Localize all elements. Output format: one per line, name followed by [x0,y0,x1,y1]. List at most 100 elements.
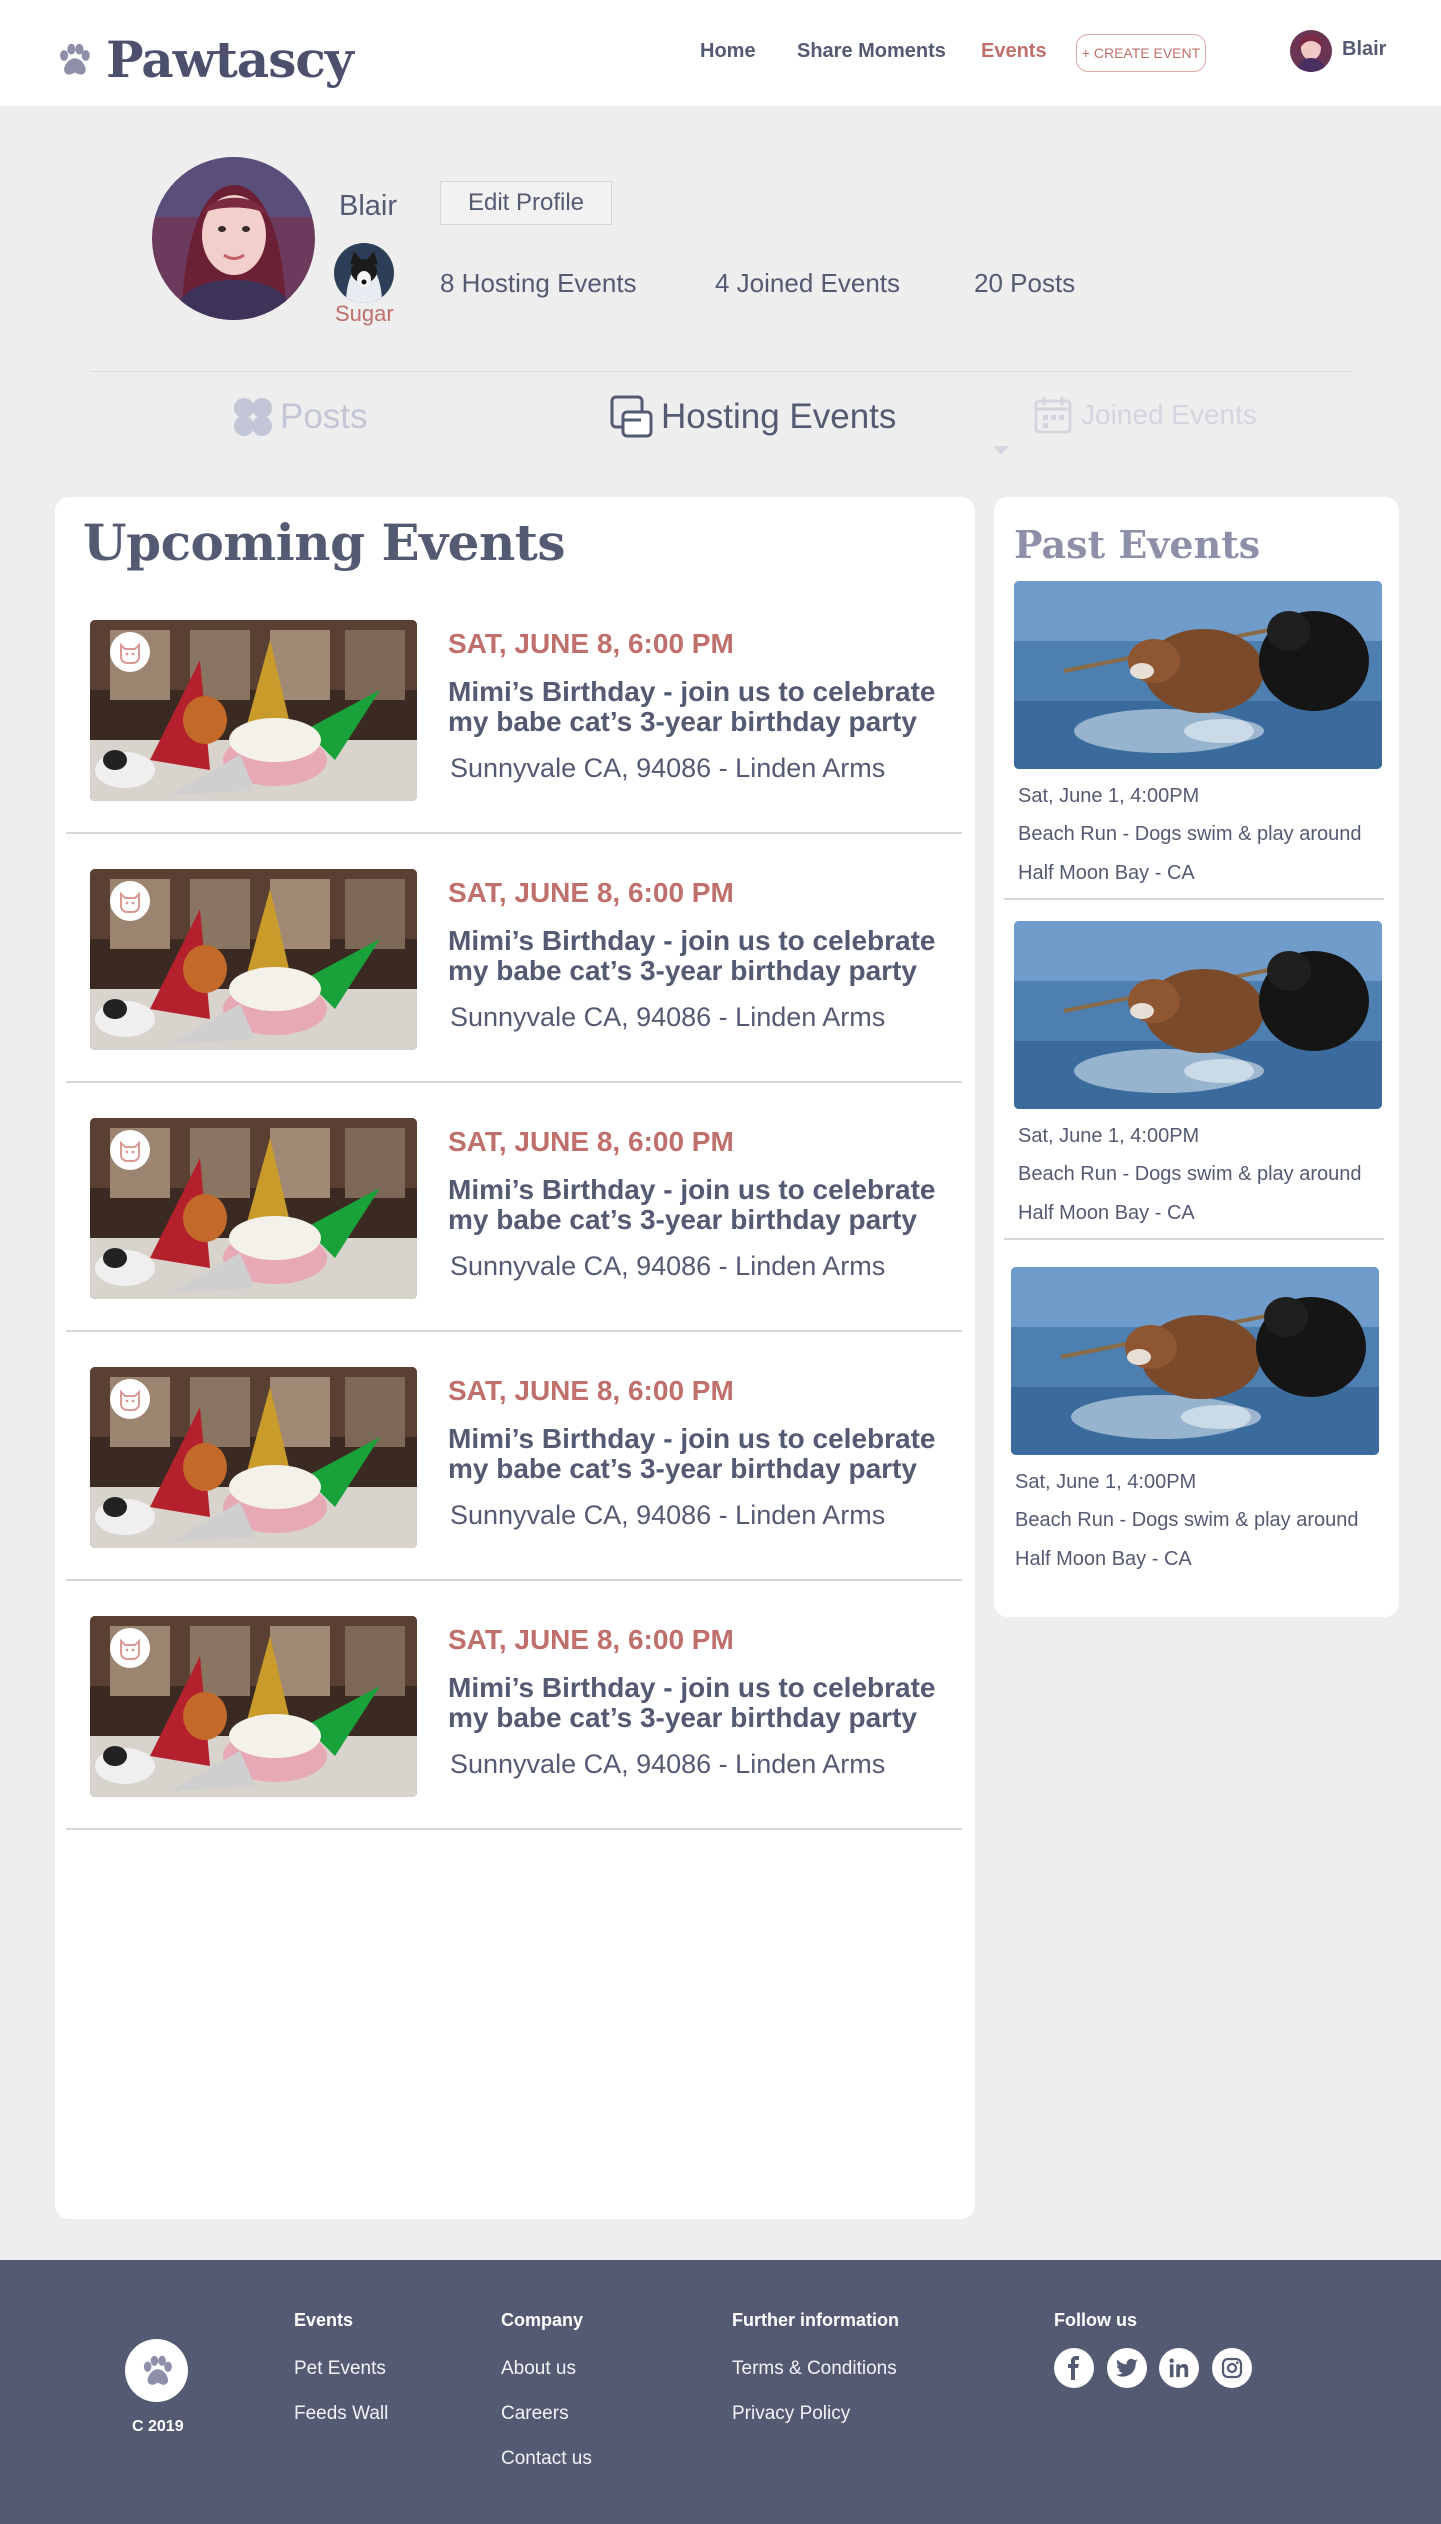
nav-home[interactable]: Home [700,40,756,63]
footer-link-contact-us[interactable]: Contact us [501,2448,592,2470]
footer: C 2019 Events Pet Events Feeds Wall Comp… [0,2260,1441,2524]
event-divider [66,1828,962,1830]
clover-icon [234,398,272,436]
past-event-location: Half Moon Bay - CA [1015,1548,1192,1570]
pet-avatar[interactable] [334,243,394,303]
paw-icon [56,42,92,78]
past-event-date: Sat, June 1, 4:00PM [1018,785,1200,807]
event-image[interactable] [90,869,417,1050]
cat-face-icon [110,1379,150,1419]
footer-link-about-us[interactable]: About us [501,2358,576,2380]
event-divider [66,832,962,834]
past-event-date: Sat, June 1, 4:00PM [1018,1125,1200,1147]
user-avatar[interactable] [1290,30,1332,72]
event-title[interactable]: Mimi’s Birthday - join us to celebrate m… [448,1424,948,1484]
footer-link-pet-events[interactable]: Pet Events [294,2358,386,2380]
past-event-location: Half Moon Bay - CA [1018,862,1195,884]
profile-photo [152,157,315,320]
event-image[interactable] [90,1367,417,1548]
paw-icon [140,2354,174,2388]
tab-hosting-label: Hosting Events [661,397,897,436]
brand-name: Pawtascy [106,30,354,89]
past-event-image[interactable] [1014,581,1382,769]
event-card[interactable]: SAT, JUNE 8, 6:00 PM Mimi’s Birthday - jo… [66,1367,962,1616]
stat-posts[interactable]: 20 Posts [974,268,1075,299]
cat-face-icon [110,881,150,921]
event-date: SAT, JUNE 8, 6:00 PM [448,628,734,659]
user-name[interactable]: Blair [1342,38,1386,61]
event-date: SAT, JUNE 8, 6:00 PM [448,877,734,908]
past-event-image[interactable] [1014,921,1382,1109]
footer-link-careers[interactable]: Careers [501,2403,569,2425]
top-navigation-bar: Pawtascy Home Share Moments Events + CRE… [0,0,1441,106]
past-event-title[interactable]: Beach Run - Dogs swim & play around [1018,1163,1362,1186]
footer-link-privacy[interactable]: Privacy Policy [732,2403,850,2425]
event-date: SAT, JUNE 8, 6:00 PM [448,1375,734,1406]
avatar-photo [1290,30,1332,72]
tab-posts-label: Posts [280,397,368,436]
hosting-icon [610,395,653,438]
footer-heading-further-information: Further information [732,2310,899,2330]
footer-heading-company: Company [501,2310,584,2330]
facebook-icon[interactable] [1054,2348,1094,2388]
footer-link-terms[interactable]: Terms & Conditions [732,2358,897,2380]
stat-hosting-events[interactable]: 8 Hosting Events [440,268,637,299]
profile-name: Blair [339,190,398,222]
cat-face-icon [110,632,150,672]
event-location: Sunnyvale CA, 94086 - Linden Arms [450,1500,886,1530]
event-divider [66,1579,962,1581]
footer-logo[interactable] [125,2339,188,2402]
event-card[interactable]: SAT, JUNE 8, 6:00 PM Mimi’s Birthday - jo… [66,869,962,1118]
cat-face-icon [110,1628,150,1668]
calendar-icon [1034,397,1072,434]
event-image[interactable] [90,1616,417,1797]
footer-heading-events: Events [294,2310,354,2330]
event-location: Sunnyvale CA, 94086 - Linden Arms [450,1002,886,1032]
event-divider [66,1330,962,1332]
upcoming-events-title: Upcoming Events [83,513,566,572]
past-event-title[interactable]: Beach Run - Dogs swim & play around [1018,823,1362,846]
event-date: SAT, JUNE 8, 6:00 PM [448,1126,734,1157]
event-title[interactable]: Mimi’s Birthday - join us to celebrate m… [448,1175,948,1235]
tab-posts[interactable]: Posts [232,396,368,438]
past-event-date: Sat, June 1, 4:00PM [1015,1471,1197,1493]
instagram-icon[interactable] [1212,2348,1252,2388]
tab-hosting-events[interactable]: Hosting Events [609,394,896,440]
past-event-divider [1004,898,1384,900]
linkedin-icon[interactable] [1159,2348,1199,2388]
past-event-location: Half Moon Bay - CA [1018,1202,1195,1224]
event-image[interactable] [90,1118,417,1299]
create-event-button[interactable]: + CREATE EVENT [1076,34,1206,72]
tab-joined-label: Joined Events [1081,399,1257,430]
event-card[interactable]: SAT, JUNE 8, 6:00 PM Mimi’s Birthday - jo… [66,1118,962,1367]
twitter-icon[interactable] [1107,2348,1147,2388]
event-title[interactable]: Mimi’s Birthday - join us to celebrate m… [448,926,948,986]
stat-joined-events[interactable]: 4 Joined Events [715,268,900,299]
past-event-divider [1004,1238,1384,1240]
event-image[interactable] [90,620,417,801]
tab-joined-events[interactable]: Joined Events [1033,395,1257,435]
footer-heading-follow-us: Follow us [1054,2310,1137,2330]
past-event-image[interactable] [1011,1267,1379,1455]
footer-link-feeds-wall[interactable]: Feeds Wall [294,2403,388,2425]
event-date: SAT, JUNE 8, 6:00 PM [448,1624,734,1655]
edit-profile-button[interactable]: Edit Profile [440,181,612,225]
event-card[interactable]: SAT, JUNE 8, 6:00 PM Mimi’s Birthday - jo… [66,620,962,869]
brand-logo[interactable]: Pawtascy [56,30,354,89]
nav-share-moments[interactable]: Share Moments [797,40,946,63]
event-divider [66,1081,962,1083]
event-location: Sunnyvale CA, 94086 - Linden Arms [450,753,886,783]
nav-events[interactable]: Events [981,40,1047,63]
cat-face-icon [110,1130,150,1170]
event-location: Sunnyvale CA, 94086 - Linden Arms [450,1749,886,1779]
chevron-down-icon[interactable] [993,446,1009,455]
pet-name[interactable]: Sugar [335,301,394,327]
past-events-title: Past Events [1014,522,1261,567]
profile-divider [90,371,1352,372]
event-location: Sunnyvale CA, 94086 - Linden Arms [450,1251,886,1281]
past-event-title[interactable]: Beach Run - Dogs swim & play around [1015,1509,1359,1532]
event-card[interactable]: SAT, JUNE 8, 6:00 PM Mimi’s Birthday - jo… [66,1616,962,1865]
copyright: C 2019 [132,2418,184,2435]
event-title[interactable]: Mimi’s Birthday - join us to celebrate m… [448,1673,948,1733]
event-title[interactable]: Mimi’s Birthday - join us to celebrate m… [448,677,948,737]
